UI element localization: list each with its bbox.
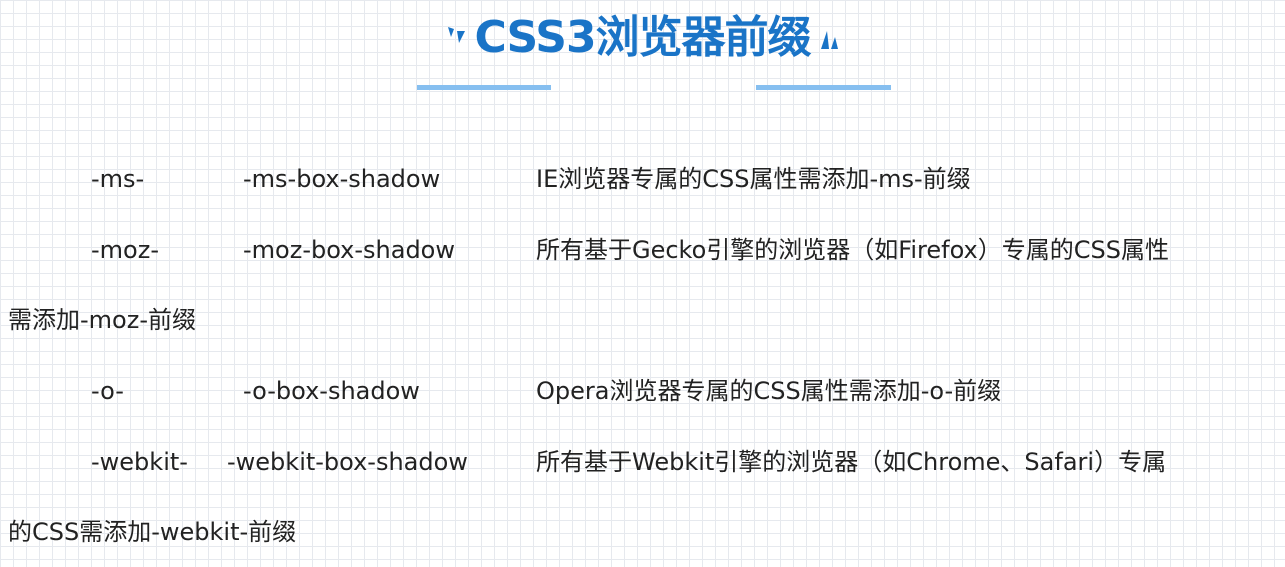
prefix-label: -webkit-	[91, 448, 188, 476]
example-property: -webkit-box-shadow	[227, 448, 468, 476]
page-title-area: CSS3浏览器前缀	[0, 6, 1285, 70]
title-underline-left	[417, 85, 551, 90]
left-decoration-icon	[446, 23, 468, 53]
prefix-label: -o-	[91, 377, 124, 405]
prefix-description: 所有基于Gecko引擎的浏览器（如Firefox）专属的CSS属性	[536, 236, 1169, 264]
prefix-description: 所有基于Webkit引擎的浏览器（如Chrome、Safari）专属	[536, 448, 1167, 476]
example-property: -ms-box-shadow	[243, 165, 441, 193]
prefix-label: -ms-	[91, 165, 145, 193]
example-property: -o-box-shadow	[243, 377, 420, 405]
prefix-row-moz: -moz- -moz-box-shadow 所有基于Gecko引擎的浏览器（如F…	[0, 233, 1285, 267]
prefix-description: IE浏览器专属的CSS属性需添加-ms-前缀	[536, 165, 971, 193]
right-decoration-icon	[817, 23, 839, 53]
prefix-row-o: -o- -o-box-shadow Opera浏览器专属的CSS属性需添加-o-…	[0, 374, 1285, 408]
prefix-description-continuation: 需添加-moz-前缀	[8, 306, 196, 334]
prefix-row-ms: -ms- -ms-box-shadow IE浏览器专属的CSS属性需添加-ms-…	[0, 162, 1285, 196]
example-property: -moz-box-shadow	[243, 236, 455, 264]
title-underline-right	[756, 85, 891, 90]
page-title: CSS3浏览器前缀	[474, 12, 811, 63]
prefix-row-webkit: -webkit- -webkit-box-shadow 所有基于Webkit引擎…	[0, 445, 1285, 479]
prefix-label: -moz-	[91, 236, 159, 264]
prefix-description: Opera浏览器专属的CSS属性需添加-o-前缀	[536, 377, 1002, 405]
prefix-description-continuation: 的CSS需添加-webkit-前缀	[8, 518, 297, 546]
